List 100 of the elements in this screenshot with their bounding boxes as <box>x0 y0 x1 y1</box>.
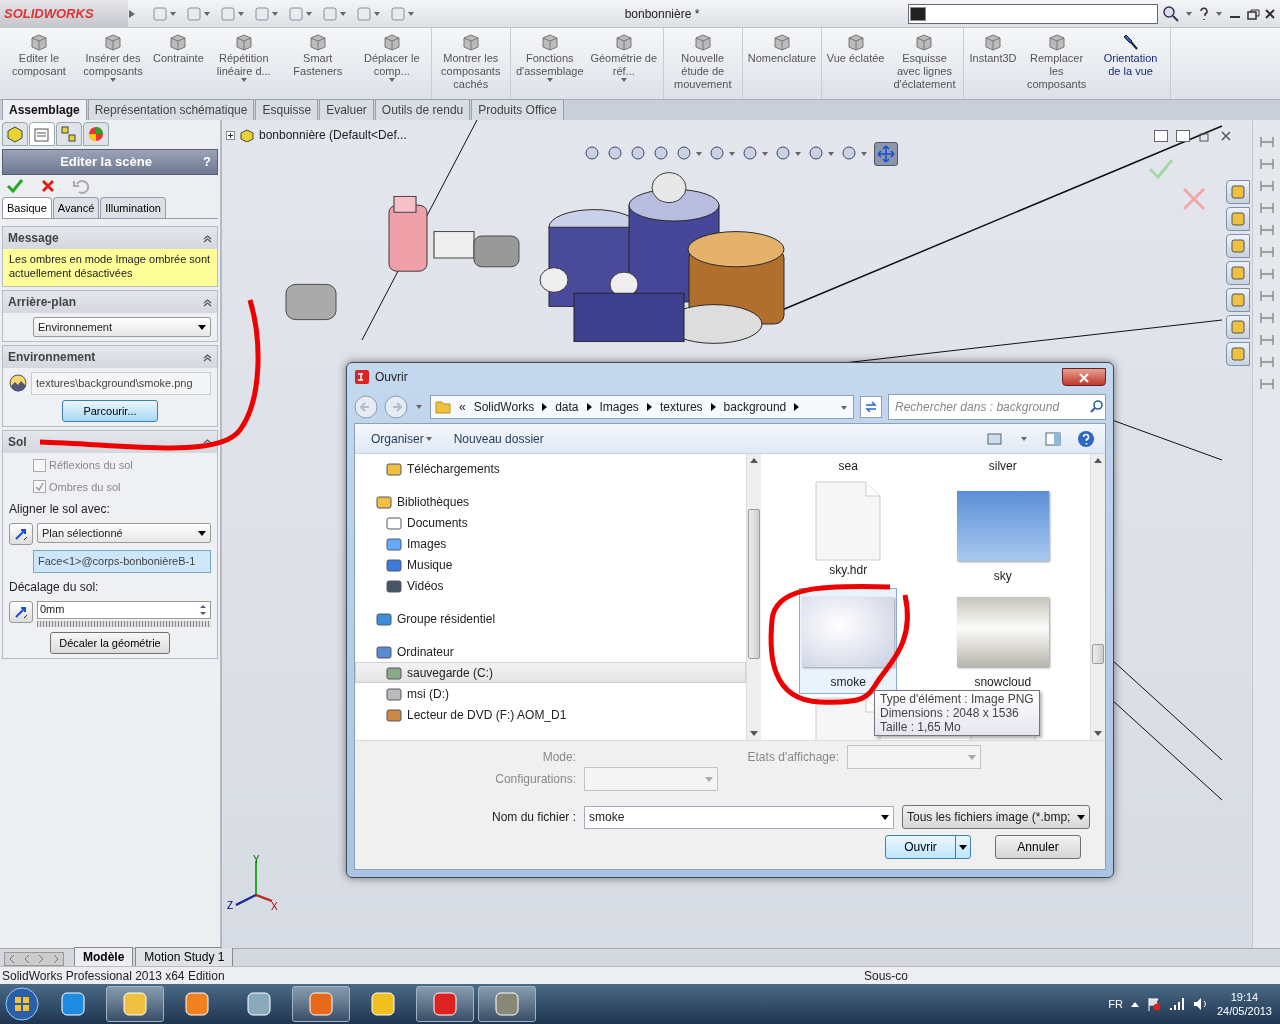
breadcrumb-item[interactable]: SolidWorks <box>473 398 535 416</box>
breadcrumb-overflow[interactable]: « <box>459 398 466 416</box>
caret-icon[interactable] <box>204 11 210 16</box>
nav-item[interactable]: Téléchargements <box>355 458 746 479</box>
collapse-chevron-icon[interactable] <box>203 297 212 307</box>
ribbon-button[interactable]: Nouvelle étude de mouvement <box>665 28 740 99</box>
expand-arrow-icon[interactable] <box>128 8 136 19</box>
chevron-right-icon[interactable] <box>710 403 716 411</box>
scrollbar[interactable] <box>746 454 761 740</box>
command-tab[interactable]: Produits Office <box>471 99 564 120</box>
checkmark-icon[interactable] <box>1148 158 1174 180</box>
file-name-field[interactable]: smoke <box>584 805 894 829</box>
file-path-field[interactable]: textures\background\smoke.png <box>31 372 211 395</box>
command-tab[interactable]: Représentation schématique <box>87 99 255 120</box>
file-item[interactable]: smoke <box>799 588 898 694</box>
nav-item[interactable]: Lecteur de DVD (F:) AOM_D1 <box>355 704 746 725</box>
caret-icon[interactable] <box>1216 11 1222 16</box>
command-tab[interactable]: Evaluer <box>319 99 374 120</box>
ribbon-button[interactable]: Montrer les composants cachés <box>433 28 508 99</box>
dropdown-caret-icon[interactable] <box>240 78 247 82</box>
panel-tab[interactable]: Illumination <box>100 196 166 218</box>
history-caret-icon[interactable] <box>416 405 422 409</box>
ribbon-button[interactable]: Contrainte <box>150 28 207 99</box>
nav-item[interactable]: Bibliothèques <box>355 491 746 512</box>
restore-icon[interactable] <box>1198 130 1212 142</box>
scrollbar[interactable] <box>1090 454 1105 740</box>
expand-plus-icon[interactable] <box>226 130 235 140</box>
ribbon-button[interactable]: Remplacer les composants <box>1019 28 1094 99</box>
chevron-right-icon[interactable] <box>794 403 800 411</box>
caret-icon[interactable] <box>696 152 702 156</box>
checkmark-icon[interactable] <box>6 177 24 194</box>
taskbar-button[interactable] <box>292 986 350 1022</box>
up-arrow-icon[interactable] <box>1130 1001 1139 1007</box>
task-pane-tab[interactable] <box>1226 342 1250 366</box>
preview-pane-icon[interactable] <box>1045 431 1061 446</box>
view-icon[interactable] <box>987 431 1003 446</box>
model-tab[interactable]: Modèle <box>74 947 134 966</box>
nav-item[interactable]: msi (D:) <box>355 683 746 704</box>
nav-item[interactable]: Groupe résidentiel <box>355 608 746 629</box>
refresh-icon[interactable] <box>860 396 882 418</box>
scroll-down-arrow-icon[interactable] <box>1094 731 1102 736</box>
caret-icon[interactable] <box>762 152 768 156</box>
breadcrumb-item[interactable]: background <box>723 398 787 416</box>
help-icon[interactable] <box>1198 6 1210 21</box>
file-item[interactable]: sky <box>953 478 1052 588</box>
ribbon-button[interactable]: Nomenclature <box>744 28 819 99</box>
scroll-down-arrow-icon[interactable] <box>750 731 758 736</box>
taskbar-button[interactable] <box>478 986 536 1022</box>
search-field[interactable]: Rechercher dans : background <box>888 394 1106 420</box>
collapse-chevron-icon[interactable] <box>203 352 212 362</box>
caret-icon[interactable] <box>795 152 801 156</box>
task-pane-tab[interactable] <box>1226 288 1250 312</box>
caret-icon[interactable] <box>729 152 735 156</box>
nav-item[interactable]: Images <box>355 533 746 554</box>
breadcrumb-item[interactable]: Images <box>599 398 639 416</box>
scroll-up-arrow-icon[interactable] <box>750 458 758 463</box>
clock-date[interactable]: 24/05/2013 <box>1216 1004 1272 1018</box>
split-left-icon[interactable] <box>1154 130 1168 142</box>
caret-icon[interactable] <box>1186 11 1192 16</box>
caret-icon[interactable] <box>306 11 312 16</box>
dropdown-caret-icon[interactable] <box>546 78 553 82</box>
flag-icon[interactable] <box>1146 997 1161 1011</box>
close-button[interactable] <box>1062 368 1106 386</box>
view-caret-icon[interactable] <box>1021 436 1027 441</box>
breadcrumb-item[interactable]: data <box>555 398 579 416</box>
task-pane-tab[interactable] <box>1226 180 1250 204</box>
dropdown-caret-icon[interactable] <box>110 78 116 82</box>
tab-scroll-arrows-icon[interactable] <box>4 952 64 966</box>
signal-icon[interactable] <box>1168 997 1185 1011</box>
breadcrumb-item[interactable]: textures <box>659 398 703 416</box>
model-tab[interactable]: Motion Study 1 <box>135 947 234 966</box>
organize-caret-icon[interactable] <box>425 437 432 442</box>
file-type-dropdown[interactable]: Tous les fichiers image (*.bmp; <box>902 805 1090 829</box>
ribbon-button[interactable]: Orientation de la vue <box>1093 28 1168 99</box>
speaker-icon[interactable] <box>1192 997 1209 1011</box>
task-pane-tab[interactable] <box>1226 207 1250 231</box>
task-pane-tab[interactable] <box>1226 234 1250 258</box>
plane-dropdown[interactable]: Plan sélectionné <box>37 523 211 543</box>
language-indicator[interactable]: FR <box>1108 995 1123 1013</box>
manager-tab[interactable] <box>2 122 28 146</box>
collapse-chevron-icon[interactable] <box>203 233 212 243</box>
ribbon-button[interactable]: Instant3D <box>966 28 1020 99</box>
browse-button[interactable]: Parcourir... <box>62 399 158 422</box>
caret-icon[interactable] <box>828 152 834 156</box>
ribbon-button[interactable]: Smart Fasteners <box>280 28 355 99</box>
nav-item[interactable]: Musique <box>355 554 746 575</box>
dropdown-caret-icon[interactable] <box>620 78 627 82</box>
scroll-up-arrow-icon[interactable] <box>1094 458 1102 463</box>
ribbon-button[interactable]: Géométrie de réf... <box>586 28 661 99</box>
panel-tab[interactable]: Basique <box>2 196 52 218</box>
manager-tab[interactable] <box>56 122 82 146</box>
caret-icon[interactable] <box>408 11 414 16</box>
move-arrows-icon[interactable] <box>874 142 898 166</box>
ribbon-button[interactable]: Déplacer le comp... <box>354 28 429 99</box>
split-right-icon[interactable] <box>1176 130 1190 142</box>
scrollbar-thumb[interactable] <box>1092 644 1104 664</box>
panel-tab[interactable]: Avancé <box>52 196 100 218</box>
command-tab[interactable]: Outils de rendu <box>374 99 471 120</box>
search-icon[interactable] <box>1162 4 1180 23</box>
chevron-right-icon[interactable] <box>646 403 652 411</box>
